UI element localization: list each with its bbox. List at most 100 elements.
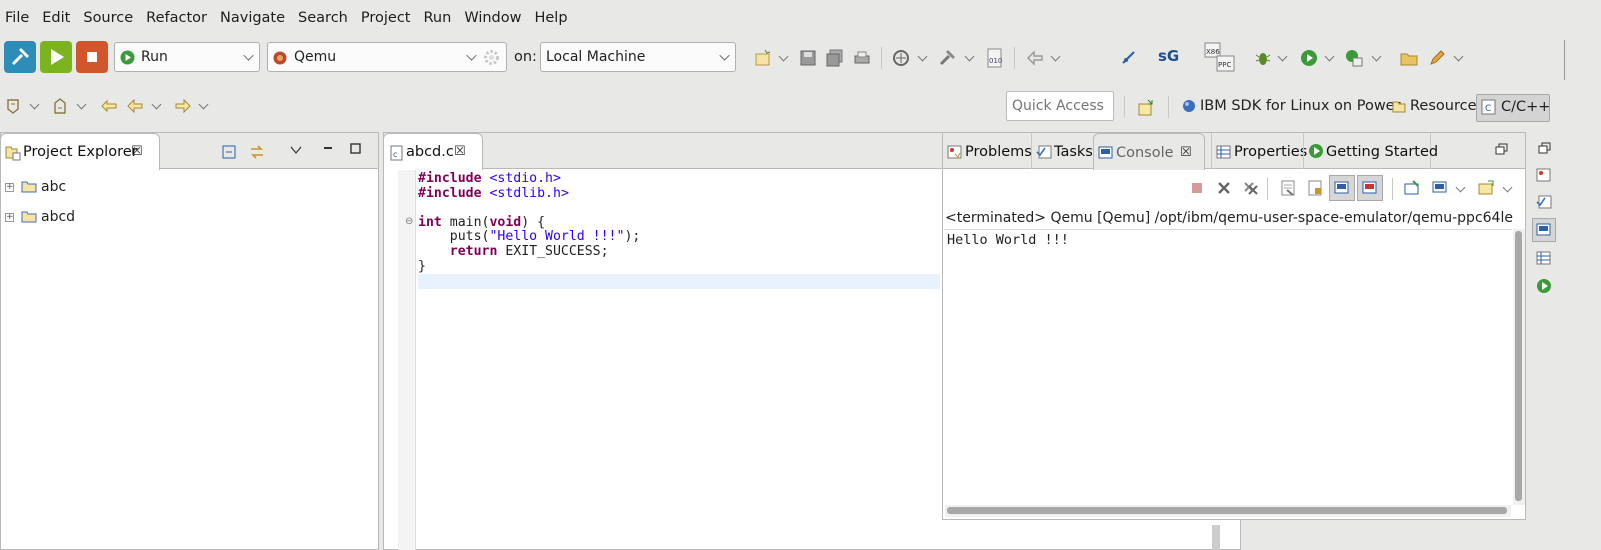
problems-icon[interactable]	[1536, 167, 1552, 183]
expand-icon[interactable]: +	[5, 183, 14, 192]
tab-tasks[interactable]: Tasks	[1031, 133, 1093, 169]
open-folder-icon[interactable]	[1400, 49, 1418, 67]
print-icon[interactable]	[853, 49, 871, 67]
restore-icon[interactable]	[1495, 143, 1508, 156]
pin-console-icon[interactable]	[1404, 180, 1420, 196]
chevron-down-icon[interactable]	[29, 99, 40, 110]
remove-launch-icon[interactable]	[1216, 180, 1232, 196]
tab-console[interactable]: Console ☒	[1093, 133, 1205, 170]
clear-console-icon[interactable]	[1280, 180, 1296, 196]
terminate-icon[interactable]	[1191, 182, 1203, 194]
menu-navigate[interactable]: Navigate	[215, 6, 290, 34]
menu-edit[interactable]: Edit	[37, 6, 75, 34]
probe-icon[interactable]	[1120, 48, 1138, 66]
tab-properties[interactable]: Properties	[1211, 133, 1307, 169]
chevron-down-icon[interactable]	[198, 99, 209, 110]
collapse-all-icon[interactable]	[221, 144, 237, 160]
tasks-icon[interactable]	[1536, 194, 1552, 210]
save-all-icon[interactable]	[826, 49, 844, 67]
chevron-down-icon[interactable]	[1455, 182, 1466, 193]
gear-icon[interactable]	[483, 49, 500, 66]
show-stdout-toggle[interactable]	[1329, 175, 1355, 201]
show-stderr-toggle[interactable]	[1357, 175, 1383, 201]
launch-config-select[interactable]: Qemu	[267, 42, 507, 72]
fold-collapse-icon[interactable]: ⊖	[405, 216, 413, 227]
getting-started-icon[interactable]	[1536, 278, 1552, 294]
menu-source[interactable]: Source	[78, 6, 138, 34]
menu-window[interactable]: Window	[459, 6, 526, 34]
bug-icon[interactable]	[1254, 49, 1272, 67]
link-editor-icon[interactable]	[248, 143, 266, 161]
forward-arrow-icon[interactable]	[174, 97, 192, 115]
chevron-down-icon[interactable]	[1277, 51, 1288, 62]
restore-icon[interactable]	[1538, 142, 1551, 155]
menu-run[interactable]: Run	[419, 6, 457, 34]
open-console-icon[interactable]	[1478, 180, 1494, 196]
scrollbar-thumb[interactable]	[1515, 231, 1522, 501]
build-button[interactable]	[4, 41, 36, 73]
menu-help[interactable]: Help	[529, 6, 572, 34]
hammer-icon	[11, 48, 29, 66]
scrollbar-thumb[interactable]	[947, 507, 1507, 514]
chevron-down-icon[interactable]	[1324, 51, 1335, 62]
new-file-icon[interactable]	[754, 49, 772, 67]
share-arrow-icon[interactable]	[1026, 49, 1044, 67]
chevron-down-icon[interactable]	[1502, 182, 1513, 193]
save-icon[interactable]	[799, 49, 817, 67]
back-arrow-icon[interactable]	[126, 97, 144, 115]
menu-project[interactable]: Project	[356, 6, 416, 34]
properties-icon[interactable]	[1536, 250, 1552, 266]
launch-target-select[interactable]: Local Machine	[540, 42, 736, 72]
next-annotation-icon[interactable]	[5, 97, 23, 115]
sg-tool-button[interactable]: sG	[1158, 47, 1179, 65]
chevron-down-icon[interactable]	[1453, 51, 1464, 62]
code-text[interactable]: #include <stdio.h> #include <stdlib.h> in…	[418, 171, 640, 274]
launch-button[interactable]	[40, 41, 72, 73]
last-edit-icon[interactable]	[100, 97, 118, 115]
remove-all-icon[interactable]	[1242, 180, 1260, 196]
console-vertical-scrollbar[interactable]	[1513, 229, 1525, 505]
console-output-area[interactable]: Hello World !!!	[944, 229, 1512, 501]
quick-access-input[interactable]	[1006, 91, 1114, 121]
run-last-icon[interactable]	[1300, 49, 1318, 67]
tab-project-explorer[interactable]: Project Explorer ☒	[0, 133, 160, 170]
menu-refactor[interactable]: Refactor	[141, 6, 212, 34]
chevron-down-icon[interactable]	[1371, 51, 1382, 62]
close-icon[interactable]: ☒	[454, 144, 466, 159]
chevron-down-icon[interactable]	[151, 99, 162, 110]
hammer-build-icon[interactable]	[938, 49, 956, 67]
debug-config-icon[interactable]	[892, 49, 910, 67]
close-icon[interactable]: ☒	[1180, 145, 1192, 160]
console-horizontal-scrollbar[interactable]	[945, 505, 1511, 517]
console-icon	[1098, 146, 1113, 159]
close-icon[interactable]: ☒	[131, 144, 143, 159]
chevron-down-icon[interactable]	[1050, 51, 1061, 62]
prev-annotation-icon[interactable]	[52, 97, 70, 115]
chevron-down-icon[interactable]	[76, 99, 87, 110]
pencil-icon[interactable]	[1428, 49, 1446, 67]
stop-button[interactable]	[76, 41, 108, 73]
coverage-icon[interactable]	[1345, 49, 1363, 67]
x86-ppc-icon[interactable]: X86 PPC	[1204, 41, 1236, 73]
menu-file[interactable]: File	[0, 6, 34, 34]
menu-search[interactable]: Search	[293, 6, 353, 34]
maximize-icon[interactable]	[349, 142, 362, 155]
chevron-down-icon[interactable]	[964, 51, 975, 62]
perspective-cpp[interactable]: C C/C++	[1476, 94, 1550, 122]
display-console-icon[interactable]	[1432, 180, 1448, 196]
launch-mode-select[interactable]: Run	[114, 42, 260, 72]
minimize-icon[interactable]	[322, 143, 334, 155]
expand-icon[interactable]: +	[5, 213, 14, 222]
tab-getting-started[interactable]: Getting Started	[1303, 133, 1438, 169]
view-menu-icon[interactable]	[290, 145, 302, 155]
perspective-label: IBM SDK for Linux on Power	[1200, 98, 1401, 114]
open-perspective-icon[interactable]	[1137, 99, 1155, 117]
editor-scrollbar[interactable]	[1212, 525, 1220, 550]
binary-icon[interactable]: 010	[986, 48, 1004, 68]
console-trim-button[interactable]	[1532, 218, 1556, 242]
scroll-lock-icon[interactable]	[1307, 180, 1323, 196]
chevron-down-icon[interactable]	[778, 51, 789, 62]
tab-problems[interactable]: Problems	[943, 133, 1032, 169]
tab-abcd-c[interactable]: c abcd.c ☒	[383, 133, 483, 170]
chevron-down-icon[interactable]	[917, 51, 928, 62]
